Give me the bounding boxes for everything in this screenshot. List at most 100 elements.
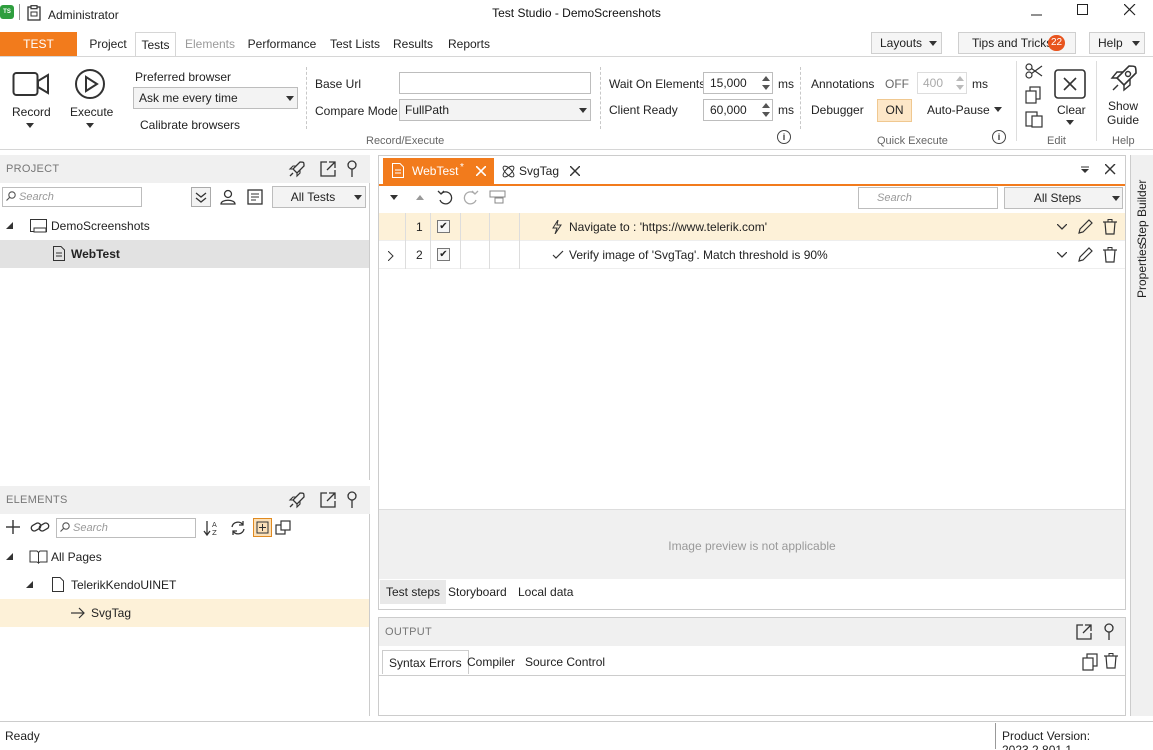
expand-arrow-icon[interactable] xyxy=(388,251,394,261)
layouts-dropdown[interactable]: Layouts xyxy=(871,32,942,54)
expand-toggle-icon[interactable] xyxy=(253,518,272,537)
refresh-icon[interactable] xyxy=(229,519,247,537)
pop-out-icon[interactable] xyxy=(319,160,337,178)
step-enabled-checkbox[interactable]: ✔ xyxy=(437,220,450,233)
undo-icon[interactable] xyxy=(437,189,453,205)
tree-item-webtest[interactable]: WebTest xyxy=(0,240,369,268)
menu-project[interactable]: Project xyxy=(84,32,132,56)
info-icon[interactable]: i xyxy=(992,130,1006,144)
tab-test-steps[interactable]: Test steps xyxy=(380,580,447,604)
rocket-small-icon[interactable] xyxy=(288,491,306,509)
spinner-arrows-icon[interactable] xyxy=(761,75,771,91)
tips-and-tricks-button[interactable]: Tips and Tricks 22 xyxy=(958,32,1076,54)
edit-pencil-icon[interactable] xyxy=(1077,247,1093,263)
record-button[interactable]: Record xyxy=(6,67,54,137)
tab-source-control[interactable]: Source Control xyxy=(519,650,611,674)
menu-performance[interactable]: Performance xyxy=(246,32,318,56)
tree-item-page[interactable]: TelerikKendoUINET xyxy=(0,571,369,599)
preferred-browser-select[interactable]: Ask me every time xyxy=(133,87,298,109)
close-tab-icon[interactable] xyxy=(570,166,580,176)
tab-syntax-errors[interactable]: Syntax Errors xyxy=(382,650,469,674)
side-tab-properties[interactable]: Properties xyxy=(1135,243,1149,298)
sort-arrow-icon[interactable] xyxy=(416,194,424,202)
help-dropdown[interactable]: Help xyxy=(1089,32,1145,54)
cut-icon[interactable] xyxy=(1025,63,1043,79)
tab-svgtag[interactable]: SvgTag xyxy=(499,158,589,184)
tree-item-element[interactable]: SvgTag xyxy=(0,599,369,627)
side-tab-step-builder[interactable]: Step Builder xyxy=(1135,165,1149,245)
annotations-toggle[interactable]: OFF xyxy=(885,77,909,91)
step-options-icon[interactable] xyxy=(489,189,507,205)
expand-triangle-icon[interactable] xyxy=(6,222,14,230)
tab-storyboard[interactable]: Storyboard xyxy=(442,580,513,604)
menu-test-lists[interactable]: Test Lists xyxy=(326,32,384,56)
table-row[interactable]: 1 ✔ Navigate to : 'https://www.telerik.c… xyxy=(379,213,1125,241)
base-url-input[interactable] xyxy=(399,72,591,94)
pin-icon[interactable] xyxy=(346,491,358,509)
user-filter-icon[interactable] xyxy=(218,187,238,207)
expand-triangle-icon[interactable] xyxy=(6,553,14,561)
client-ready-input[interactable]: 60,000 xyxy=(703,99,773,121)
menu-brand[interactable]: TEST STUDIO xyxy=(0,32,77,75)
tab-compiler[interactable]: Compiler xyxy=(461,650,521,674)
steps-search-input[interactable]: Search xyxy=(858,187,998,209)
step-enabled-checkbox[interactable]: ✔ xyxy=(437,248,450,261)
annotations-duration-input[interactable]: 400 xyxy=(917,72,967,94)
close-tab-icon[interactable] xyxy=(476,166,486,176)
collapse-all-arrow-icon[interactable] xyxy=(390,194,398,202)
auto-pause-dropdown[interactable]: Auto-Pause xyxy=(927,103,990,117)
menu-results[interactable]: Results xyxy=(390,32,436,56)
redo-icon[interactable] xyxy=(463,189,479,205)
spinner-arrows-icon[interactable] xyxy=(955,75,965,91)
spinner-arrows-icon[interactable] xyxy=(761,102,771,118)
tree-item-all-pages[interactable]: All Pages xyxy=(0,543,369,571)
collapse-all-icon[interactable] xyxy=(191,187,211,207)
project-search-input[interactable]: Search xyxy=(2,187,142,207)
elements-search-input[interactable]: Search xyxy=(56,518,196,538)
pop-out-icon[interactable] xyxy=(1075,623,1093,641)
debugger-toggle[interactable]: ON xyxy=(877,99,912,122)
show-guide-button[interactable]: Show Guide xyxy=(1102,63,1146,129)
menu-tests[interactable]: Tests xyxy=(135,32,176,57)
menu-reports[interactable]: Reports xyxy=(444,32,494,56)
tab-webtest[interactable]: WebTest * xyxy=(383,158,494,184)
link-icon[interactable] xyxy=(30,519,50,535)
steps-filter-select[interactable]: All Steps xyxy=(1004,187,1123,209)
execute-button[interactable]: Execute xyxy=(66,67,114,137)
chevron-down-icon[interactable] xyxy=(1057,252,1067,258)
paste-icon[interactable] xyxy=(1025,110,1043,128)
close-editor-icon[interactable] xyxy=(1105,164,1116,175)
wait-on-elements-input[interactable]: 15,000 xyxy=(703,72,773,94)
edit-pencil-icon[interactable] xyxy=(1077,219,1093,235)
pop-out-icon[interactable] xyxy=(319,491,337,509)
delete-trash-icon[interactable] xyxy=(1104,653,1118,669)
test-filter-select[interactable]: All Tests xyxy=(272,186,366,208)
pin-icon[interactable] xyxy=(346,160,358,178)
clear-button[interactable]: Clear xyxy=(1050,65,1090,135)
calibrate-browsers-button[interactable]: Calibrate browsers xyxy=(140,118,240,132)
step-description[interactable]: Verify image of 'SvgTag'. Match threshol… xyxy=(569,241,828,269)
pin-icon[interactable] xyxy=(1103,623,1115,641)
sort-az-icon[interactable]: AZ xyxy=(203,519,221,537)
delete-trash-icon[interactable] xyxy=(1103,219,1117,235)
compare-mode-select[interactable]: FullPath xyxy=(399,99,591,121)
step-description[interactable]: Navigate to : 'https://www.telerik.com' xyxy=(569,213,767,241)
tree-item-project[interactable]: DemoScreenshots xyxy=(0,212,369,240)
info-icon[interactable]: i xyxy=(777,130,791,144)
list-view-icon[interactable] xyxy=(245,187,265,207)
expand-triangle-icon[interactable] xyxy=(26,581,34,589)
copy-icon[interactable] xyxy=(1025,86,1043,104)
minimize-icon[interactable] xyxy=(1031,10,1043,20)
rocket-small-icon[interactable] xyxy=(288,160,306,178)
menu-elements[interactable]: Elements xyxy=(182,32,238,56)
delete-trash-icon[interactable] xyxy=(1103,247,1117,263)
tab-local-data[interactable]: Local data xyxy=(512,580,579,604)
chevron-down-icon[interactable] xyxy=(1057,224,1067,230)
copy-icon[interactable] xyxy=(1081,653,1099,671)
add-icon[interactable] xyxy=(5,519,21,535)
duplicate-icon[interactable] xyxy=(274,519,292,537)
table-row[interactable]: 2 ✔ Verify image of 'SvgTag'. Match thre… xyxy=(379,241,1125,269)
tab-list-icon[interactable] xyxy=(1081,166,1091,174)
maximize-icon[interactable] xyxy=(1077,4,1089,16)
close-window-icon[interactable] xyxy=(1124,4,1136,16)
